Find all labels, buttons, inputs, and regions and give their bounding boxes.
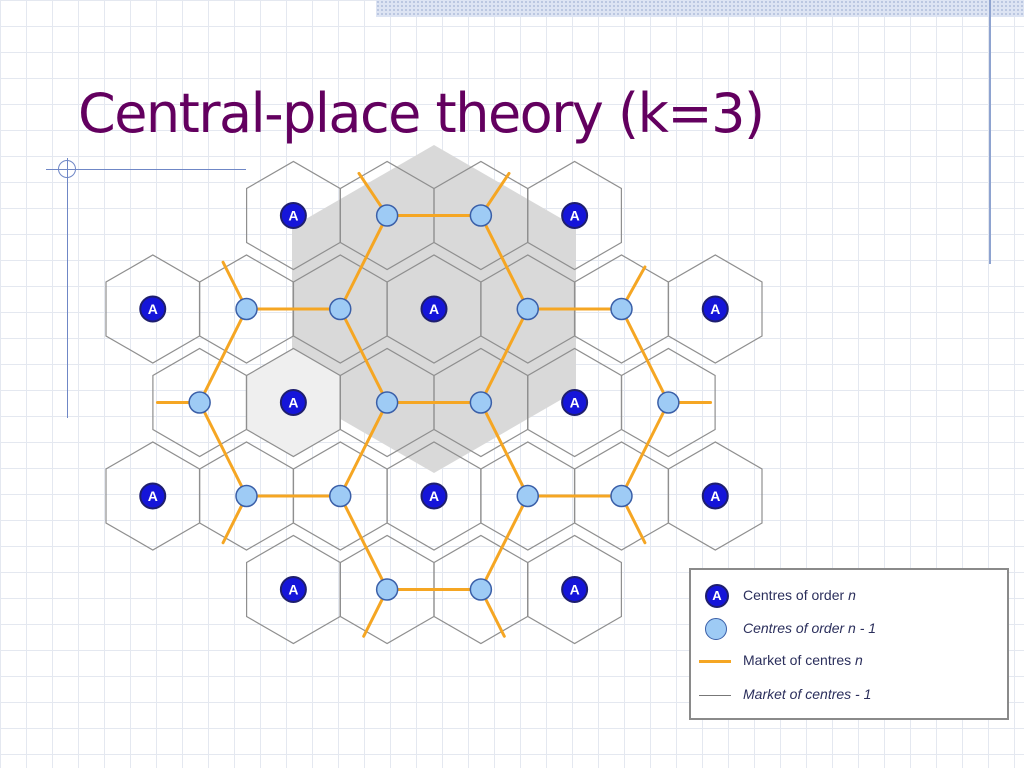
legend-row-market-n1: Market of centres - 1 — [691, 683, 1007, 707]
legend-market-n-symbol — [697, 649, 733, 673]
legend-market-n1-label: Market of centres - 1 — [743, 686, 872, 702]
order-n-minus-1-centre — [375, 578, 399, 601]
order-n-centre: A — [139, 295, 167, 323]
order-n-minus-1-centre — [516, 297, 539, 321]
order-n-centre: A — [279, 202, 307, 229]
legend-row-market-n: Market of centres n — [691, 649, 1007, 673]
legend-order-n-italic: n — [848, 587, 856, 603]
order-n-centre: A — [420, 295, 448, 323]
legend-order-n-symbol: A — [697, 584, 733, 608]
order-n-centre-label: A — [288, 208, 298, 224]
order-n-minus-1-centre — [235, 297, 258, 321]
order-n-centre-label: A — [429, 301, 439, 317]
legend-order-n-label: Centres of order n — [743, 587, 856, 603]
legend-market-n-italic: n — [855, 652, 863, 668]
legend-order-n1-label: Centres of order n - 1 — [743, 620, 877, 636]
order-n-minus-1-centre — [375, 204, 399, 227]
order-n-centre-label: A — [710, 301, 720, 317]
legend-market-n-text: Market of centres — [743, 652, 856, 668]
order-n-centre: A — [701, 295, 729, 323]
order-n-centre-icon: A — [705, 584, 729, 608]
order-n-centre: A — [279, 389, 307, 416]
market-boundary-line — [620, 307, 670, 404]
order-n-centre-label: A — [570, 395, 580, 411]
order-n-centre: A — [139, 482, 167, 510]
order-n-minus-1-centre — [657, 391, 680, 414]
order-n-centre-label: A — [148, 301, 158, 317]
legend-row-order-n1: Centres of order n - 1 — [691, 617, 1007, 641]
order-n-centre-label: A — [288, 582, 298, 598]
order-n-centre: A — [420, 482, 448, 510]
order-n-minus-1-centre — [610, 297, 633, 321]
order-n-minus-1-centre — [329, 484, 352, 508]
order-n-minus-1-centre — [188, 391, 211, 414]
market-boundary-line — [620, 401, 670, 498]
legend-order-n1-symbol — [697, 617, 733, 641]
order-n-centre: A — [701, 482, 729, 510]
order-n-centre-label: A — [148, 488, 158, 504]
order-n-centre-label: A — [710, 488, 720, 504]
order-n-minus-1-centre — [610, 484, 633, 508]
order-n-minus-1-centre — [235, 484, 258, 508]
order-n1-centre-icon — [705, 618, 727, 640]
order-n-centre-label: A — [570, 208, 580, 224]
legend-order-n-text: Centres of order — [743, 587, 849, 603]
market-boundary-line — [198, 401, 248, 498]
order-n-centre-label: A — [288, 395, 298, 411]
order-n-minus-1-centre — [516, 484, 539, 508]
order-n-minus-1-centre — [375, 391, 399, 414]
order-n-minus-1-centre — [469, 578, 493, 601]
order-n-minus-1-centre — [469, 204, 493, 227]
market-boundary-line — [479, 494, 530, 591]
market-boundary-line — [338, 494, 389, 591]
order-n-centre: A — [279, 576, 307, 603]
order-n-centre-label: A — [429, 488, 439, 504]
legend-row-order-n: A Centres of order n — [691, 584, 1007, 608]
order-n-minus-1-centre — [469, 391, 493, 414]
order-n-centre: A — [561, 576, 589, 603]
order-n-minus-1-centre — [329, 297, 352, 321]
order-n-centre-label: A — [570, 582, 580, 598]
market-boundary-line — [198, 307, 248, 404]
gray-line-icon — [699, 695, 731, 696]
legend: A Centres of order n Centres of order n … — [689, 568, 1009, 720]
orange-line-icon — [699, 660, 731, 663]
order-n-centre: A — [561, 202, 589, 229]
order-n-centre: A — [561, 389, 589, 416]
legend-market-n-label: Market of centres n — [743, 652, 863, 668]
legend-market-n1-symbol — [697, 683, 733, 707]
